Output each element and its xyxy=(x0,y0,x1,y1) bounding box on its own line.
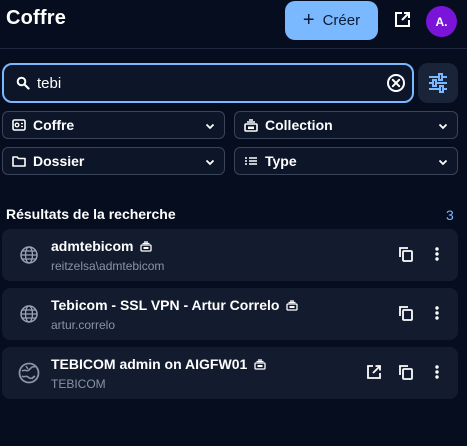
more-vertical-icon xyxy=(435,247,439,261)
list-icon xyxy=(244,154,258,168)
chevron-down-icon xyxy=(205,159,215,166)
copy-button[interactable] xyxy=(395,302,417,324)
collection-filter-label: Collection xyxy=(265,117,333,133)
export-icon xyxy=(395,12,410,27)
search-icon xyxy=(16,76,30,90)
result-item[interactable]: TEBICOM admin on AIGFW01 TEBICOM xyxy=(2,347,458,399)
search-box xyxy=(2,63,414,103)
header: Coffre + Créer A. xyxy=(0,0,467,48)
vault-filter-select[interactable]: Coffre xyxy=(2,111,225,139)
result-item[interactable]: Tebicom - SSL VPN - Artur Correlo artur.… xyxy=(2,288,458,340)
site-favicon-icon xyxy=(18,362,40,384)
result-name[interactable]: Tebicom - SSL VPN - Artur Correlo xyxy=(51,297,279,313)
type-filter-select[interactable]: Type xyxy=(234,147,458,175)
collection-icon xyxy=(286,299,299,311)
result-subtitle: TEBICOM xyxy=(51,377,106,391)
more-options-button[interactable] xyxy=(426,361,448,383)
copy-button[interactable] xyxy=(395,361,417,383)
collection-icon xyxy=(140,240,153,252)
result-name-row: admtebicom xyxy=(51,238,153,254)
result-subtitle: artur.correlo xyxy=(51,318,116,332)
sliders-icon xyxy=(429,73,447,93)
more-vertical-icon xyxy=(435,306,439,320)
vault-app: Coffre + Créer A. tebi Coffre Collection… xyxy=(0,0,467,446)
collection-icon xyxy=(254,358,266,370)
create-button-label: Créer xyxy=(322,12,361,29)
search-input[interactable] xyxy=(37,72,377,94)
create-button[interactable]: + Créer xyxy=(285,1,378,40)
external-link-icon xyxy=(367,365,381,379)
result-name-row: TEBICOM admin on AIGFW01 xyxy=(51,356,266,372)
folder-filter-select[interactable]: Dossier xyxy=(2,147,225,175)
result-subtitle: reitzelsa\admtebicom xyxy=(51,259,165,273)
type-filter-label: Type xyxy=(265,153,297,169)
results-heading: Résultats de la recherche xyxy=(6,206,176,222)
result-name[interactable]: TEBICOM admin on AIGFW01 xyxy=(51,356,247,372)
globe-icon xyxy=(20,305,38,323)
more-options-button[interactable] xyxy=(426,243,448,265)
collection-filter-select[interactable]: Collection xyxy=(234,111,458,139)
result-name[interactable]: admtebicom xyxy=(51,238,133,254)
chevron-down-icon xyxy=(438,159,448,166)
chevron-down-icon xyxy=(438,123,448,130)
export-button[interactable] xyxy=(390,8,414,32)
results-count: 3 xyxy=(446,207,454,223)
chevron-down-icon xyxy=(205,123,215,130)
avatar[interactable]: A. xyxy=(426,6,457,37)
collection-icon xyxy=(244,118,258,132)
copy-button[interactable] xyxy=(395,243,417,265)
globe-icon xyxy=(20,246,38,264)
page-title: Coffre xyxy=(6,7,67,29)
result-name-row: Tebicom - SSL VPN - Artur Correlo xyxy=(51,297,299,313)
copy-icon xyxy=(399,306,413,321)
launch-button[interactable] xyxy=(363,361,385,383)
filter-settings-button[interactable] xyxy=(418,63,458,103)
copy-icon xyxy=(399,365,413,380)
plus-icon: + xyxy=(302,8,315,31)
result-item[interactable]: admtebicom reitzelsa\admtebicom xyxy=(2,229,458,281)
vault-filter-label: Coffre xyxy=(33,117,75,133)
folder-icon xyxy=(12,154,26,168)
folder-filter-label: Dossier xyxy=(33,153,85,169)
vault-icon xyxy=(12,118,26,132)
copy-icon xyxy=(399,247,413,262)
more-options-button[interactable] xyxy=(426,302,448,324)
more-vertical-icon xyxy=(435,365,439,379)
header-divider xyxy=(0,48,467,49)
clear-search-icon[interactable] xyxy=(385,72,407,94)
